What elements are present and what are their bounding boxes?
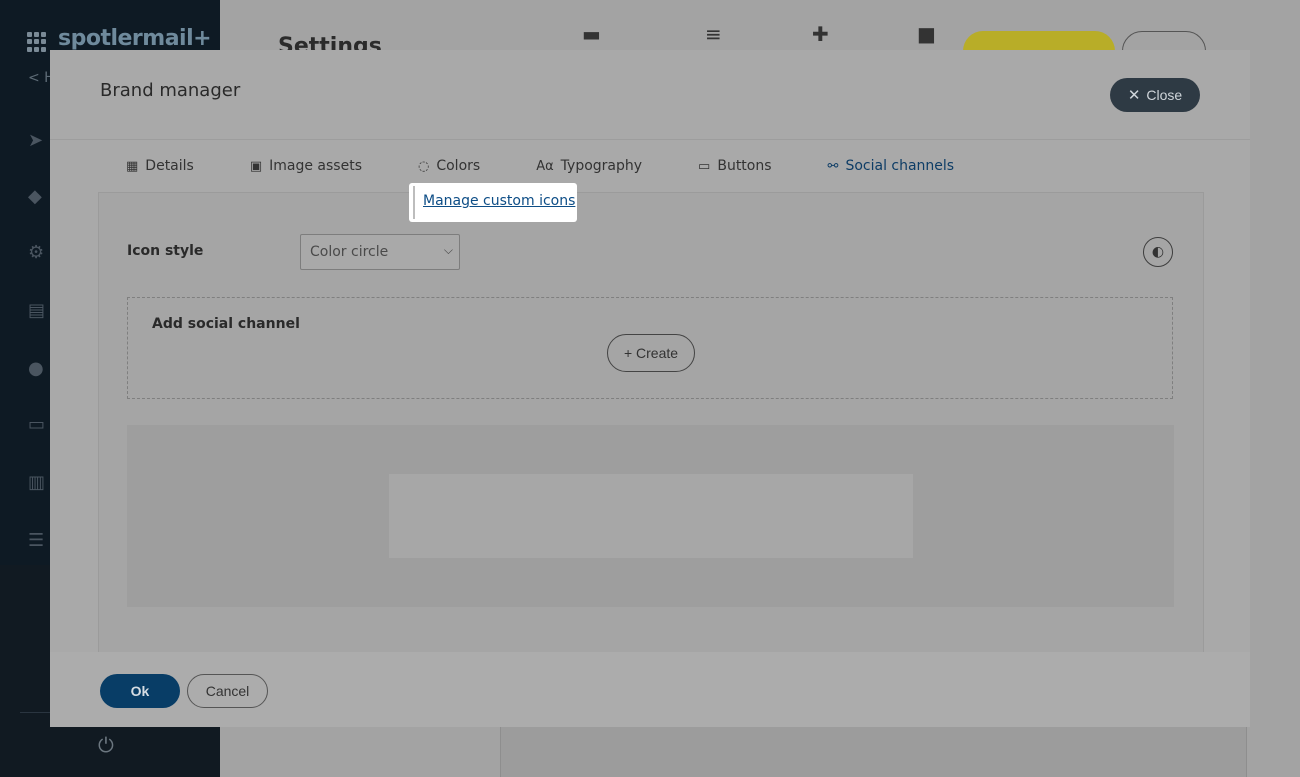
button-icon: ▭ (698, 158, 711, 174)
droplet-icon: ◌ (418, 158, 430, 174)
tab-label: Colors (436, 158, 481, 174)
typography-icon: Aα (536, 158, 554, 174)
social-channels-panel: Icon style Color circle ⌵ ◐ Add social c… (98, 192, 1204, 653)
image-icon: ▣ (249, 158, 263, 174)
icon-style-select[interactable]: Color circle ⌵ (300, 234, 460, 270)
manage-custom-icons-link[interactable]: Manage custom icons (423, 193, 575, 209)
modal-footer: Ok Cancel (50, 652, 1250, 727)
tab-social-channels[interactable]: ⚯ Social channels (799, 140, 983, 194)
add-social-channel-title: Add social channel (152, 316, 300, 332)
brand-manager-modal: Brand manager ✕ Close ▦ Details ▣ Image … (50, 50, 1250, 727)
plug-icon[interactable]: ✚ (812, 22, 829, 46)
close-icon: ✕ (1127, 87, 1141, 104)
close-label: Close (1146, 87, 1183, 103)
tab-label: Social channels (845, 158, 955, 174)
contrast-icon: ◐ (1151, 244, 1165, 260)
social-preview-area (127, 425, 1174, 607)
ok-button[interactable]: Ok (100, 674, 180, 708)
card-icon[interactable]: ▬ (582, 22, 601, 46)
share-icon: ⚯ (827, 158, 839, 174)
cancel-button[interactable]: Cancel (187, 674, 268, 708)
lock-icon[interactable]: ■ (917, 22, 936, 46)
social-preview-inner (389, 474, 913, 558)
tab-label: Image assets (269, 158, 362, 174)
power-icon[interactable]: ⏻ (98, 733, 114, 757)
tab-buttons[interactable]: ▭ Buttons (670, 140, 800, 192)
icon-style-selected-value: Color circle (310, 244, 389, 260)
close-button[interactable]: ✕ Close (1110, 78, 1200, 112)
building-icon: ▦ (126, 158, 139, 174)
apps-grid-icon[interactable] (27, 32, 47, 52)
app-logo: spotlermail+ (58, 26, 212, 51)
chevron-down-icon: ⌵ (443, 243, 453, 257)
tab-image-assets[interactable]: ▣ Image assets (222, 140, 390, 192)
tab-label: Details (145, 158, 194, 174)
sliders-icon[interactable]: ≡ (705, 22, 722, 46)
tab-label: Typography (560, 158, 643, 174)
manage-custom-icons-highlight: Manage custom icons (409, 183, 577, 222)
add-social-channel-box: Add social channel + Create (127, 297, 1173, 399)
tab-label: Buttons (717, 158, 772, 174)
modal-title: Brand manager (100, 80, 241, 101)
modal-header: Brand manager ✕ Close (50, 50, 1250, 140)
tab-details[interactable]: ▦ Details (98, 140, 222, 192)
icon-style-label: Icon style (127, 243, 204, 259)
contrast-toggle-button[interactable]: ◐ (1143, 237, 1173, 267)
select-edge (413, 186, 415, 219)
create-button[interactable]: + Create (607, 334, 695, 372)
